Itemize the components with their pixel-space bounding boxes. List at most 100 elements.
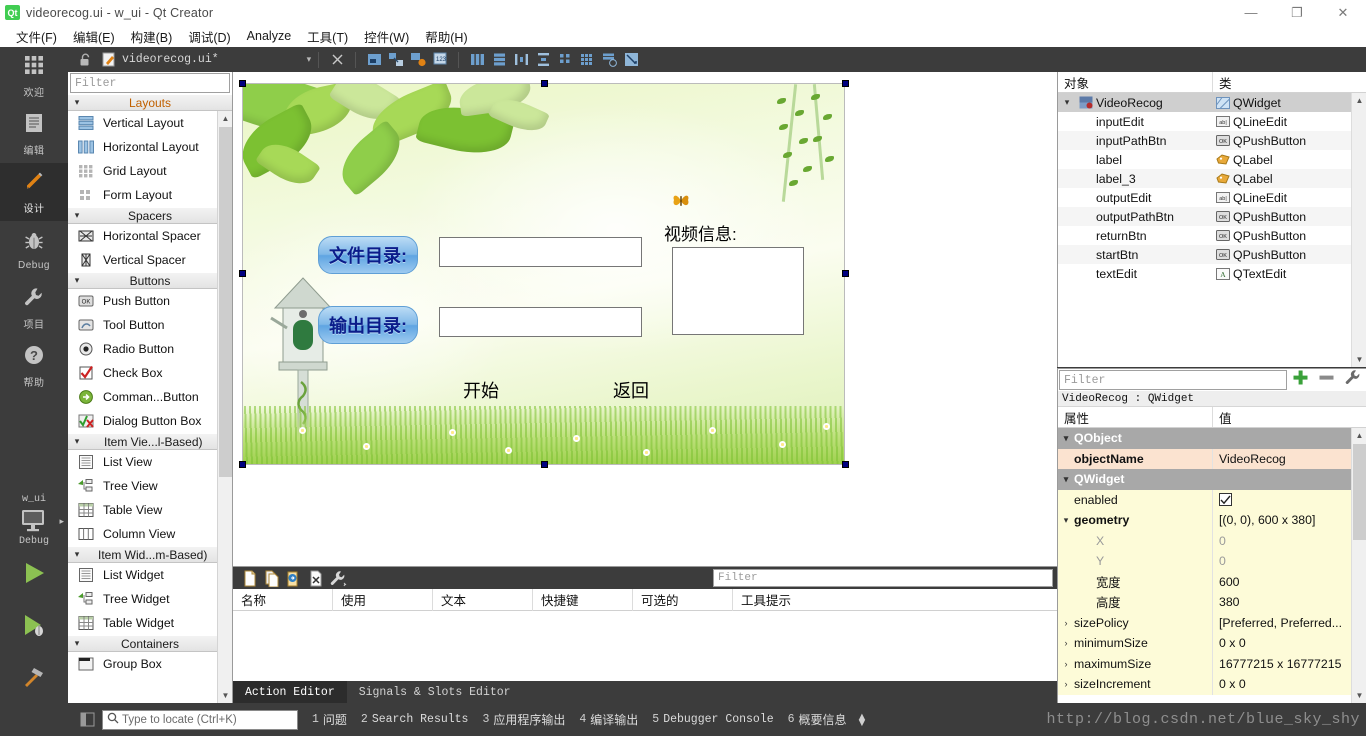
property-row-geometry[interactable]: ▾ geometry [(0, 0), 600 x 380] xyxy=(1058,510,1366,531)
return-button[interactable]: 返回 xyxy=(601,376,661,404)
selection-handle-top-center[interactable] xyxy=(541,80,548,87)
widget-box-list[interactable]: ▾ Layouts Vertical Layout Horizontal Lay… xyxy=(68,94,232,703)
status-item-application-output[interactable]: 3 应用程序输出 xyxy=(482,711,565,728)
locator-input[interactable]: Type to locate (Ctrl+K) xyxy=(102,709,298,730)
start-button[interactable]: 开始 xyxy=(451,376,511,404)
property-editor-rows[interactable]: ▾ QObject objectName VideoRecog ▾ QWidge… xyxy=(1058,428,1366,703)
output-path-button[interactable]: 输出目录: xyxy=(318,306,418,344)
output-pane-toggle-icon[interactable]: ▲ ▼ xyxy=(857,711,868,728)
configure-icon[interactable] xyxy=(327,568,349,588)
property-row-geometry-x[interactable]: X 0 xyxy=(1058,530,1366,551)
scrollbar-thumb[interactable] xyxy=(1353,444,1366,540)
property-row-maximumsize[interactable]: › maximumSize 16777215 x 16777215 xyxy=(1058,653,1366,674)
layout-vertically-icon[interactable] xyxy=(488,49,510,71)
menu-file[interactable]: 文件(F) xyxy=(8,25,65,48)
property-value[interactable]: 16777215 x 16777215 xyxy=(1219,657,1341,671)
form-design-canvas[interactable]: 文件目录: 输出目录: 视频信息: 开始 返回 xyxy=(233,72,1057,566)
property-value[interactable]: 600 xyxy=(1219,575,1240,589)
column-checkable[interactable]: 可选的 xyxy=(633,588,733,611)
object-row-outputpathbtn[interactable]: outputPathBtn OK QPushButton xyxy=(1058,207,1366,226)
property-value[interactable]: 380 xyxy=(1219,595,1240,609)
tab-signals-slots-editor[interactable]: Signals & Slots Editor xyxy=(347,681,523,703)
widget-group-buttons[interactable]: ▾ Buttons xyxy=(68,272,232,289)
widget-group-item-views[interactable]: ▾ Item Vie...l-Based) xyxy=(68,433,232,450)
maximize-restore-button[interactable]: ❐ xyxy=(1274,0,1320,25)
chevron-down-icon[interactable]: ▾ xyxy=(1058,515,1074,526)
close-document-button[interactable] xyxy=(326,49,348,71)
input-path-button[interactable]: 文件目录: xyxy=(318,236,418,274)
layout-form-icon[interactable] xyxy=(554,49,576,71)
selection-handle-bottom-left[interactable] xyxy=(239,461,246,468)
class-column-header[interactable]: 类 xyxy=(1213,72,1366,92)
property-row-minimumsize[interactable]: › minimumSize 0 x 0 xyxy=(1058,633,1366,654)
mode-debug[interactable]: Debug xyxy=(0,221,68,279)
kit-selector-button[interactable]: ▸ xyxy=(0,508,68,534)
property-row-geometry-y[interactable]: Y 0 xyxy=(1058,551,1366,572)
status-item-general-messages[interactable]: 6 概要信息 xyxy=(788,711,847,728)
layout-splitter-horizontal-icon[interactable] xyxy=(510,49,532,71)
selection-handle-top-right[interactable] xyxy=(842,80,849,87)
property-value[interactable]: 0 xyxy=(1219,554,1226,568)
chevron-down-icon[interactable]: ▾ xyxy=(1058,474,1074,485)
property-row-enabled[interactable]: enabled xyxy=(1058,489,1366,510)
run-button[interactable] xyxy=(0,547,68,599)
property-filter-input[interactable]: Filter xyxy=(1059,370,1287,390)
object-row-returnbtn[interactable]: returnBtn OK QPushButton xyxy=(1058,226,1366,245)
edit-signals-slots-icon[interactable] xyxy=(385,49,407,71)
scroll-down-arrow-icon[interactable]: ▼ xyxy=(1352,688,1366,703)
scroll-up-arrow-icon[interactable]: ▲ xyxy=(1352,428,1366,443)
object-row-textedit[interactable]: textEdit A QTextEdit xyxy=(1058,264,1366,283)
toggle-sidebar-button[interactable] xyxy=(76,709,98,731)
configure-icon[interactable] xyxy=(1344,369,1362,391)
property-value[interactable]: 0 xyxy=(1219,534,1226,548)
widget-item-radio-button[interactable]: Radio Button xyxy=(68,337,232,361)
object-row-inputedit[interactable]: inputEdit ab| QLineEdit xyxy=(1058,112,1366,131)
widget-item-tree-widget[interactable]: Tree Widget xyxy=(68,587,232,611)
close-button[interactable]: ✕ xyxy=(1320,0,1366,25)
mode-projects[interactable]: 项目 xyxy=(0,279,68,337)
widget-item-grid-layout[interactable]: Grid Layout xyxy=(68,159,232,183)
widget-item-check-box[interactable]: Check Box xyxy=(68,361,232,385)
property-value[interactable]: VideoRecog xyxy=(1219,452,1286,466)
widget-group-spacers[interactable]: ▾ Spacers xyxy=(68,207,232,224)
form-widget-videorecog[interactable]: 文件目录: 输出目录: 视频信息: 开始 返回 xyxy=(242,83,845,465)
widget-group-layouts[interactable]: ▾ Layouts xyxy=(68,94,232,111)
widget-box-filter-input[interactable]: Filter xyxy=(70,73,230,93)
scroll-up-arrow-icon[interactable]: ▲ xyxy=(218,111,232,126)
enabled-checkbox[interactable] xyxy=(1219,493,1232,507)
scroll-down-arrow-icon[interactable]: ▼ xyxy=(218,688,232,703)
property-editor-scrollbar[interactable]: ▲ ▼ xyxy=(1351,428,1366,703)
build-project-button[interactable] xyxy=(0,651,68,703)
object-row-startbtn[interactable]: startBtn OK QPushButton xyxy=(1058,245,1366,264)
minimize-button[interactable]: — xyxy=(1228,0,1274,25)
object-row-videorecog[interactable]: ▾ VideoRecog QWidget xyxy=(1058,93,1366,112)
status-item-debugger-console[interactable]: 5 Debugger Console xyxy=(652,713,773,726)
widget-item-push-button[interactable]: OK Push Button xyxy=(68,289,232,313)
property-value[interactable]: 0 x 0 xyxy=(1219,677,1246,691)
edit-tab-order-icon[interactable]: 123 xyxy=(429,49,451,71)
value-column-header[interactable]: 值 xyxy=(1213,407,1366,427)
object-row-label[interactable]: label QLabel xyxy=(1058,150,1366,169)
menu-debug[interactable]: 调试(D) xyxy=(180,25,238,48)
property-group-qwidget[interactable]: ▾ QWidget xyxy=(1058,469,1366,490)
menu-analyze[interactable]: Analyze xyxy=(239,27,299,45)
property-row-geometry-width[interactable]: 宽度 600 xyxy=(1058,571,1366,592)
chevron-down-icon[interactable]: ▾ xyxy=(1058,433,1074,444)
property-row-sizeincrement[interactable]: › sizeIncrement 0 x 0 xyxy=(1058,674,1366,695)
edit-buddies-icon[interactable] xyxy=(407,49,429,71)
tab-action-editor[interactable]: Action Editor xyxy=(233,681,347,703)
property-group-qobject[interactable]: ▾ QObject xyxy=(1058,428,1366,449)
property-row-geometry-height[interactable]: 高度 380 xyxy=(1058,592,1366,613)
lock-icon[interactable] xyxy=(76,53,94,67)
editor-filename[interactable]: videorecog.ui* xyxy=(122,53,219,66)
chevron-right-icon[interactable]: › xyxy=(1058,679,1074,689)
add-property-button[interactable] xyxy=(1292,369,1309,391)
action-editor-rows[interactable] xyxy=(233,611,1057,681)
scroll-down-arrow-icon[interactable]: ▼ xyxy=(1352,352,1366,367)
widget-item-table-widget[interactable]: Table Widget xyxy=(68,611,232,635)
column-tooltip[interactable]: 工具提示 xyxy=(733,589,1057,611)
input-edit-field[interactable] xyxy=(439,237,642,267)
column-text[interactable]: 文本 xyxy=(433,588,533,611)
paste-action-icon[interactable] xyxy=(283,568,305,588)
property-value[interactable]: [(0, 0), 600 x 380] xyxy=(1219,513,1315,527)
